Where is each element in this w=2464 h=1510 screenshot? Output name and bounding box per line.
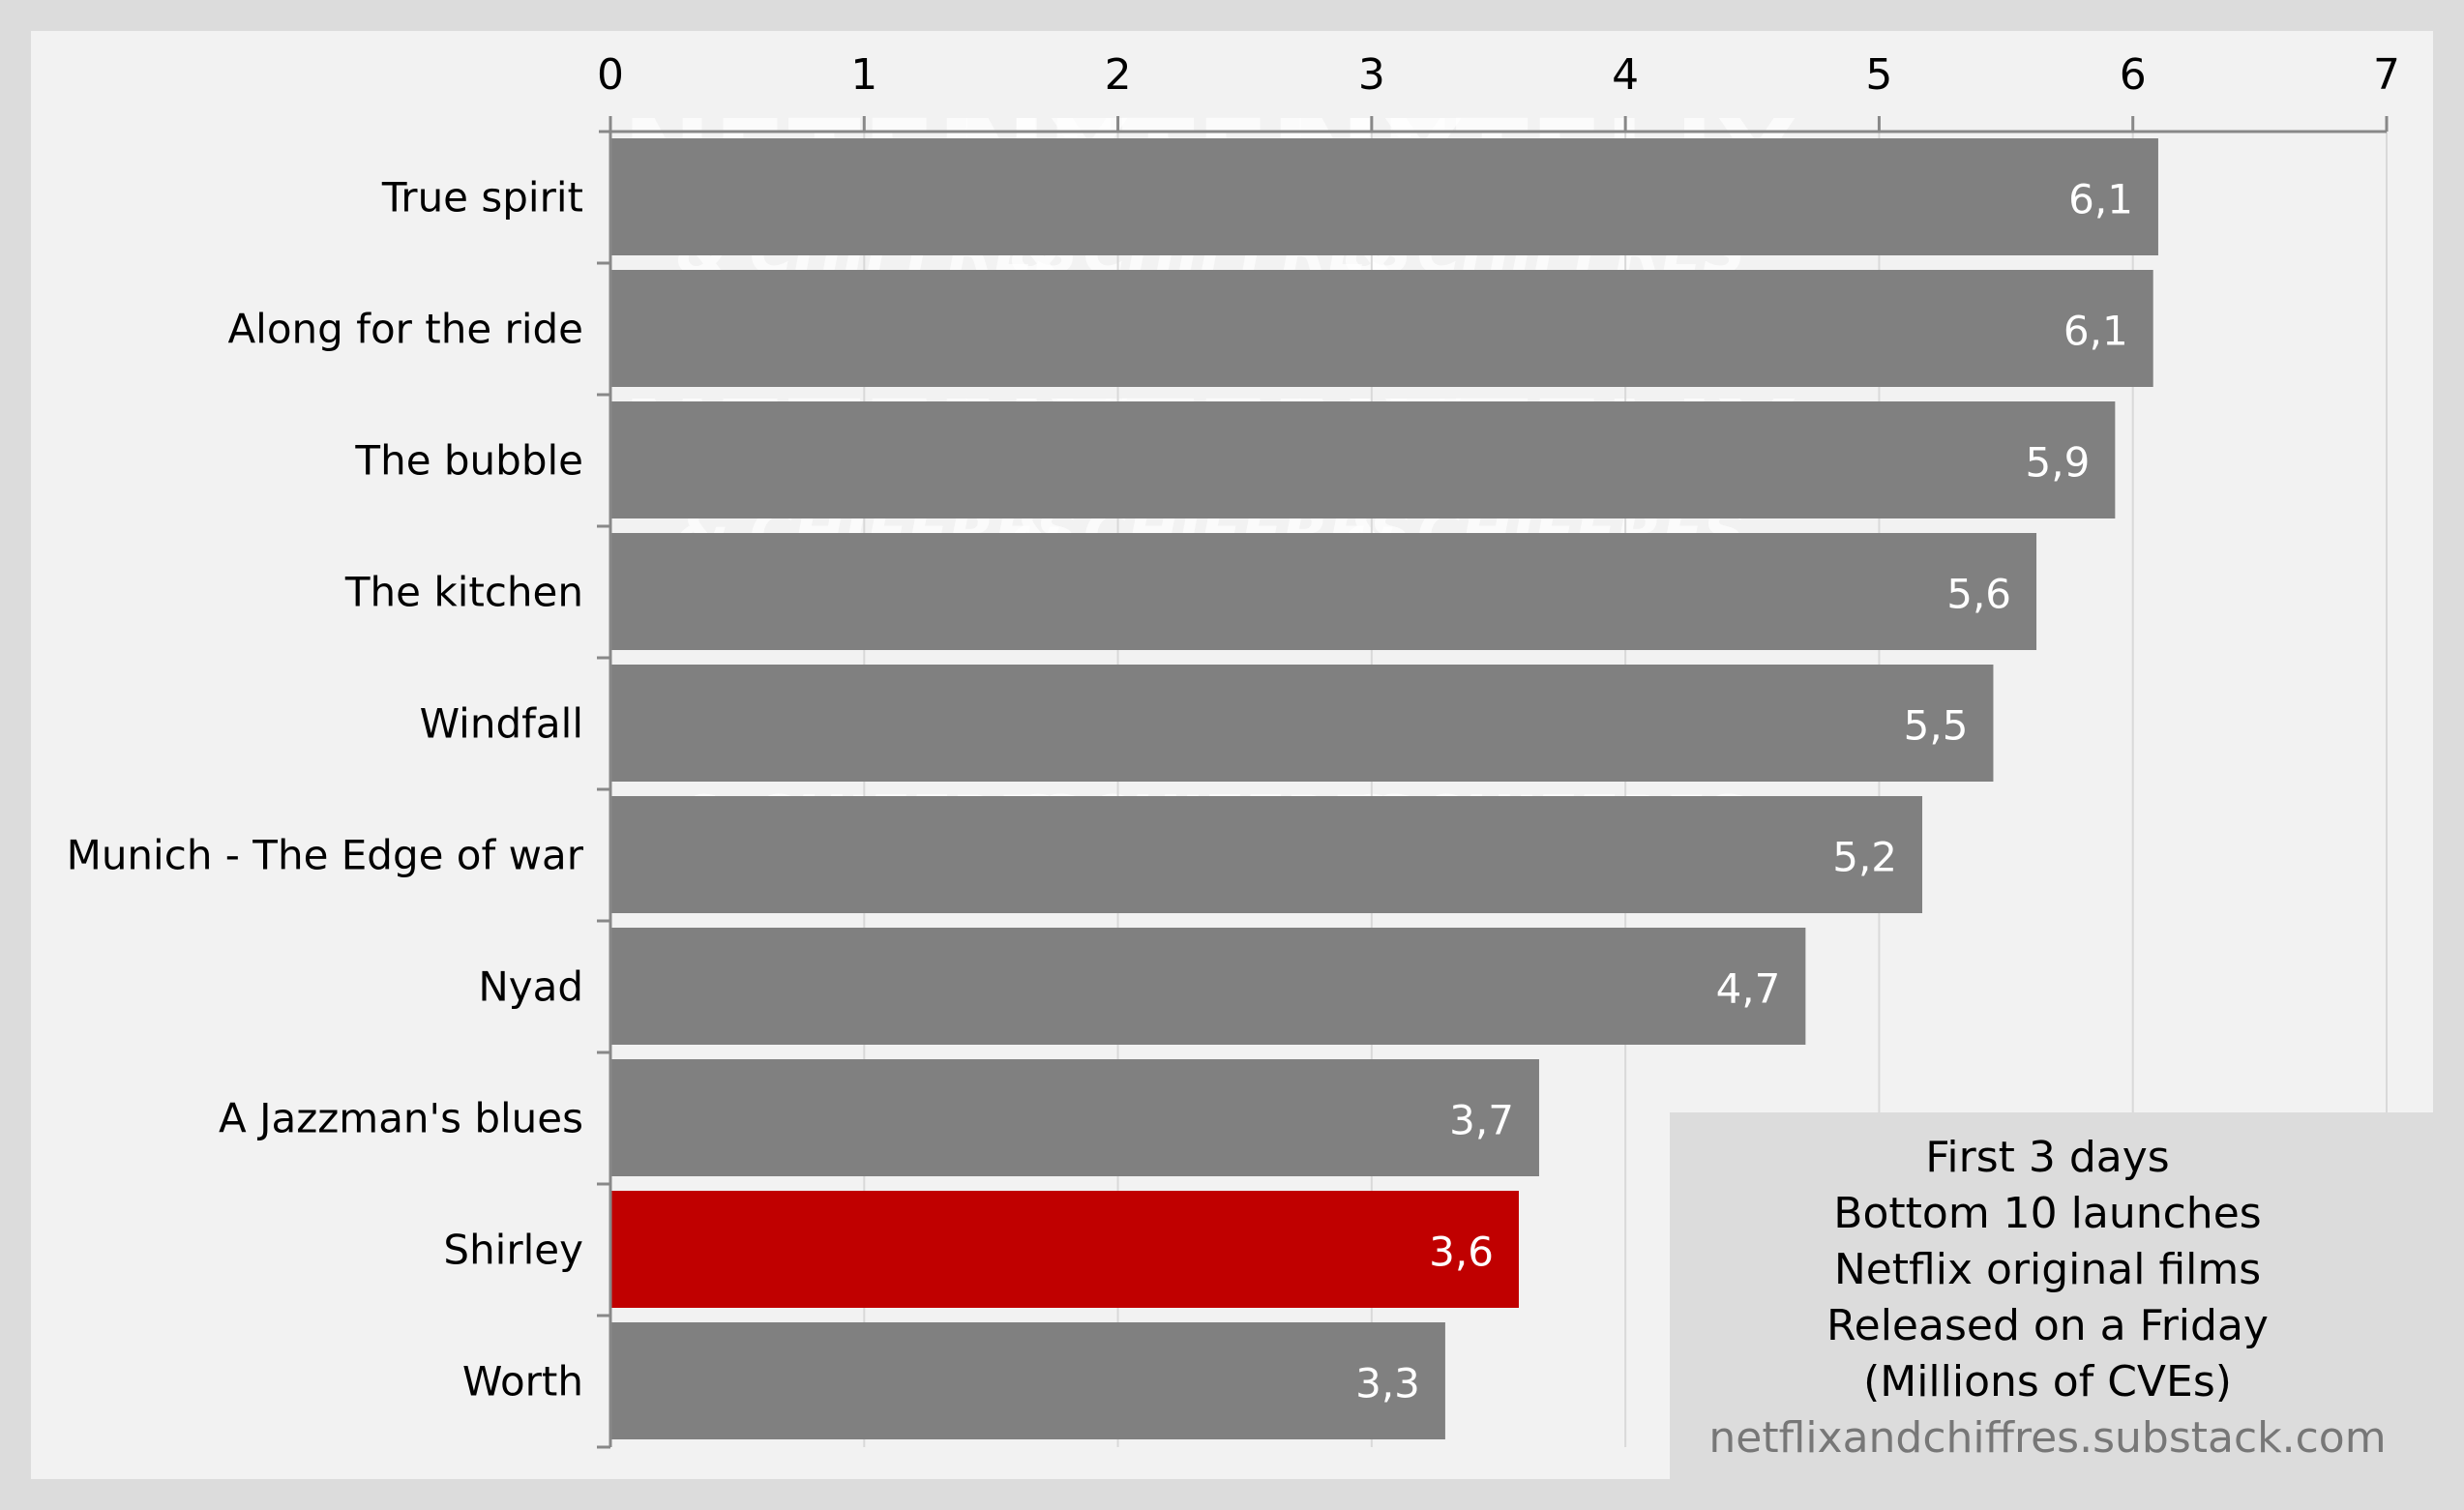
- x-tick-label: 2: [1105, 50, 1132, 100]
- value-label: 4,7: [1716, 965, 1781, 1013]
- category-label: Shirley: [443, 1227, 583, 1274]
- value-label: 3,6: [1429, 1229, 1494, 1276]
- value-label: 6,1: [2068, 176, 2133, 223]
- category-label: Worth: [462, 1358, 583, 1406]
- category-label: Along for the ride: [227, 306, 583, 353]
- bar: [611, 796, 1923, 913]
- x-tick-label: 5: [1865, 50, 1892, 100]
- x-tick-label: 0: [597, 50, 624, 100]
- bar: [611, 138, 2158, 255]
- category-label: The kitchen: [344, 569, 583, 616]
- annotation-line: Bottom 10 launches: [1833, 1189, 2262, 1238]
- annotation-line: (Millions of CVEs): [1863, 1357, 2232, 1406]
- category-label: Nyad: [478, 963, 583, 1011]
- x-tick-label: 1: [850, 50, 877, 100]
- bar: [611, 533, 2037, 650]
- bar: [611, 401, 2116, 518]
- annotation-box: First 3 days Bottom 10 launches Netflix …: [1670, 1112, 2464, 1510]
- bar: [611, 928, 1806, 1045]
- category-label: A Jazzman's blues: [219, 1095, 583, 1142]
- value-label: 3,3: [1355, 1360, 1420, 1407]
- annotation-line: Released on a Friday: [1826, 1301, 2269, 1350]
- category-label: Windfall: [420, 700, 583, 748]
- x-tick-label: 4: [1612, 50, 1639, 100]
- value-label: 5,9: [2026, 439, 2091, 487]
- category-label: True spirit: [381, 174, 583, 222]
- value-label: 6,1: [2063, 308, 2128, 355]
- value-label: 3,7: [1449, 1097, 1514, 1144]
- x-tick-label: 6: [2120, 50, 2147, 100]
- category-label: The bubble: [354, 437, 583, 485]
- bar: [611, 1322, 1445, 1439]
- source-link[interactable]: netflixandchiffres.substack.com: [1631, 1410, 2464, 1466]
- value-label: 5,5: [1904, 702, 1969, 750]
- x-tick-label: 3: [1358, 50, 1385, 100]
- bar-highlight: [611, 1191, 1519, 1308]
- bar: [611, 1059, 1539, 1176]
- annotation-line: First 3 days: [1925, 1133, 2170, 1182]
- bar: [611, 270, 2153, 387]
- value-label: 5,6: [1946, 571, 2011, 618]
- x-tick-label: 7: [2373, 50, 2400, 100]
- category-label: Munich - The Edge of war: [67, 832, 584, 879]
- value-label: 5,2: [1832, 834, 1897, 881]
- annotation-line: Netflix original films: [1833, 1245, 2262, 1294]
- bar: [611, 665, 1994, 782]
